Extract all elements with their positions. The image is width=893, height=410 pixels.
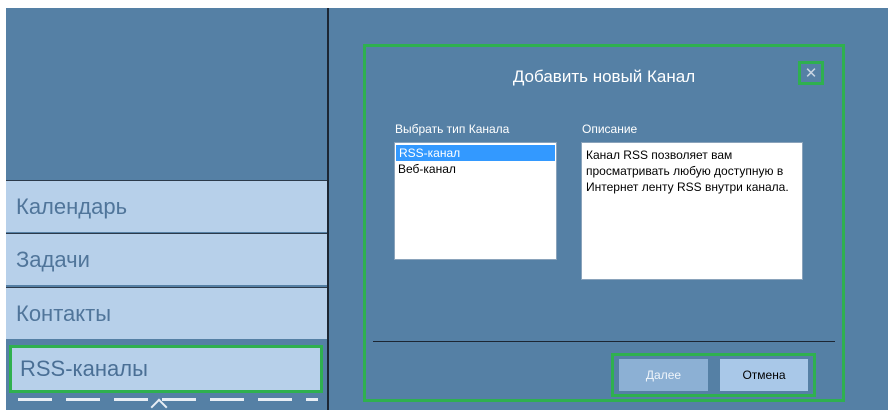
description-label: Описание bbox=[582, 122, 638, 136]
channel-type-label: Выбрать тип Канала bbox=[395, 122, 510, 136]
add-channel-dialog: Добавить новый Канал ✕ Выбрать тип Канал… bbox=[363, 44, 845, 402]
sidebar-item-tasks[interactable]: Задачи bbox=[6, 233, 327, 285]
app-window: Календарь Задачи Контакты RSS-каналы Доб… bbox=[6, 8, 888, 410]
dialog-title: Добавить новый Канал bbox=[512, 67, 696, 86]
cancel-button[interactable]: Отмена bbox=[720, 359, 808, 391]
pane-divider[interactable] bbox=[327, 8, 329, 410]
sidebar-item-contacts[interactable]: Контакты bbox=[6, 287, 327, 339]
sidebar-scroll-dashes bbox=[18, 398, 318, 401]
channel-type-list[interactable]: RSS-канал Веб-канал bbox=[394, 142, 557, 260]
sidebar-item-rss-feeds[interactable]: RSS-каналы bbox=[9, 345, 323, 393]
close-icon[interactable]: ✕ bbox=[798, 61, 824, 85]
description-text: Канал RSS позволяет вам просматривать лю… bbox=[581, 142, 803, 280]
dialog-button-group: Далее Отмена bbox=[611, 353, 816, 397]
next-button[interactable]: Далее bbox=[619, 359, 708, 391]
dialog-divider bbox=[373, 341, 835, 342]
list-item-web-channel[interactable]: Веб-канал bbox=[395, 161, 556, 177]
sidebar-item-calendar[interactable]: Календарь bbox=[6, 180, 327, 232]
sidebar: Календарь Задачи Контакты RSS-каналы bbox=[6, 8, 327, 410]
list-item-rss-channel[interactable]: RSS-канал bbox=[396, 145, 555, 161]
